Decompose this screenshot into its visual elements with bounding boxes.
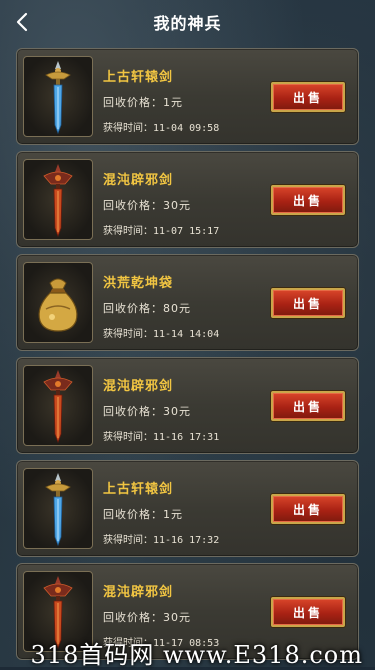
item-time: 获得时间：11-07 15:17	[103, 226, 220, 237]
item-thumbnail	[23, 468, 93, 549]
blue-sword-icon	[45, 60, 71, 134]
item-name: 上古轩辕剑	[103, 482, 174, 497]
item-price: 回收价格：1元	[103, 96, 183, 109]
item-price: 回收价格：1元	[103, 508, 183, 521]
item-thumbnail	[23, 365, 93, 446]
item-time: 获得时间：11-04 09:58	[103, 123, 220, 134]
sell-button[interactable]: 出售	[271, 597, 345, 627]
list-item: 混沌辟邪剑 回收价格：30元 获得时间：11-07 15:17 出售	[16, 151, 359, 248]
item-list: 上古轩辕剑 回收价格：1元 获得时间：11-04 09:58 出售 混沌辟邪剑 …	[16, 48, 359, 666]
sell-button[interactable]: 出售	[271, 391, 345, 421]
sell-button[interactable]: 出售	[271, 185, 345, 215]
item-price: 回收价格：30元	[103, 405, 191, 418]
sell-button[interactable]: 出售	[271, 288, 345, 318]
item-price: 回收价格：80元	[103, 302, 191, 315]
header-bar: 我的神兵	[0, 0, 375, 44]
red-sword-icon	[43, 163, 73, 237]
list-item: 洪荒乾坤袋 回收价格：80元 获得时间：11-14 14:04 出售	[16, 254, 359, 351]
watermark-text: 318首码网 www.E318.com	[30, 640, 363, 669]
item-name: 混沌辟邪剑	[103, 585, 174, 600]
item-time: 获得时间：11-14 14:04	[103, 329, 220, 340]
blue-sword-icon	[45, 472, 71, 546]
list-item: 混沌辟邪剑 回收价格：30元 获得时间：11-16 17:31 出售	[16, 357, 359, 454]
item-price: 回收价格：30元	[103, 199, 191, 212]
page-title: 我的神兵	[153, 14, 222, 33]
item-name: 洪荒乾坤袋	[103, 276, 174, 291]
gold-bag-icon	[38, 278, 78, 332]
sell-button[interactable]: 出售	[271, 82, 345, 112]
item-price: 回收价格：30元	[103, 611, 191, 624]
list-item: 上古轩辕剑 回收价格：1元 获得时间：11-16 17:32 出售	[16, 460, 359, 557]
item-name: 混沌辟邪剑	[103, 379, 174, 394]
list-item: 上古轩辕剑 回收价格：1元 获得时间：11-04 09:58 出售	[16, 48, 359, 145]
chevron-left-icon	[16, 12, 28, 32]
item-thumbnail	[23, 262, 93, 343]
red-sword-icon	[43, 369, 73, 443]
item-thumbnail	[23, 56, 93, 137]
item-name: 混沌辟邪剑	[103, 173, 174, 188]
sell-button[interactable]: 出售	[271, 494, 345, 524]
item-name: 上古轩辕剑	[103, 70, 174, 85]
back-button[interactable]	[8, 8, 36, 36]
item-time: 获得时间：11-16 17:31	[103, 432, 220, 443]
item-time: 获得时间：11-16 17:32	[103, 535, 220, 546]
item-thumbnail	[23, 159, 93, 240]
